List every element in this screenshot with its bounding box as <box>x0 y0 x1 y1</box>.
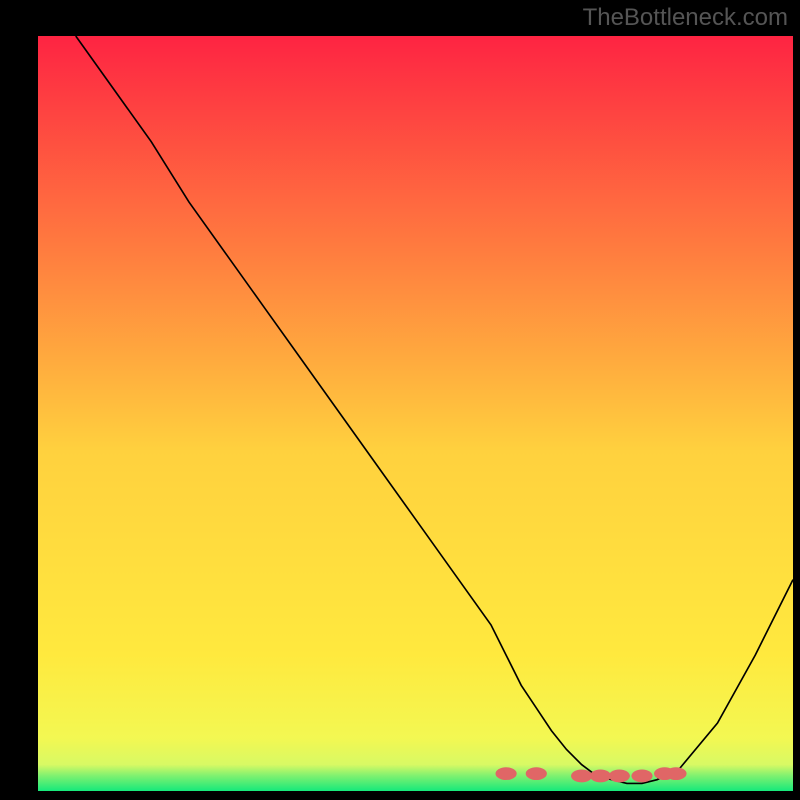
curve-marker <box>631 769 652 782</box>
frame-right <box>793 0 800 800</box>
curve-marker <box>609 769 630 782</box>
watermark-text: TheBottleneck.com <box>583 4 788 32</box>
curve-marker <box>496 767 517 780</box>
frame-bottom <box>0 791 800 800</box>
curve-marker <box>571 769 592 782</box>
curve-marker <box>590 769 611 782</box>
frame-left <box>0 0 38 800</box>
curve-marker <box>526 767 547 780</box>
chart-frame: TheBottleneck.com <box>0 0 800 800</box>
bottleneck-curve <box>38 36 793 791</box>
curve-marker <box>665 767 686 780</box>
